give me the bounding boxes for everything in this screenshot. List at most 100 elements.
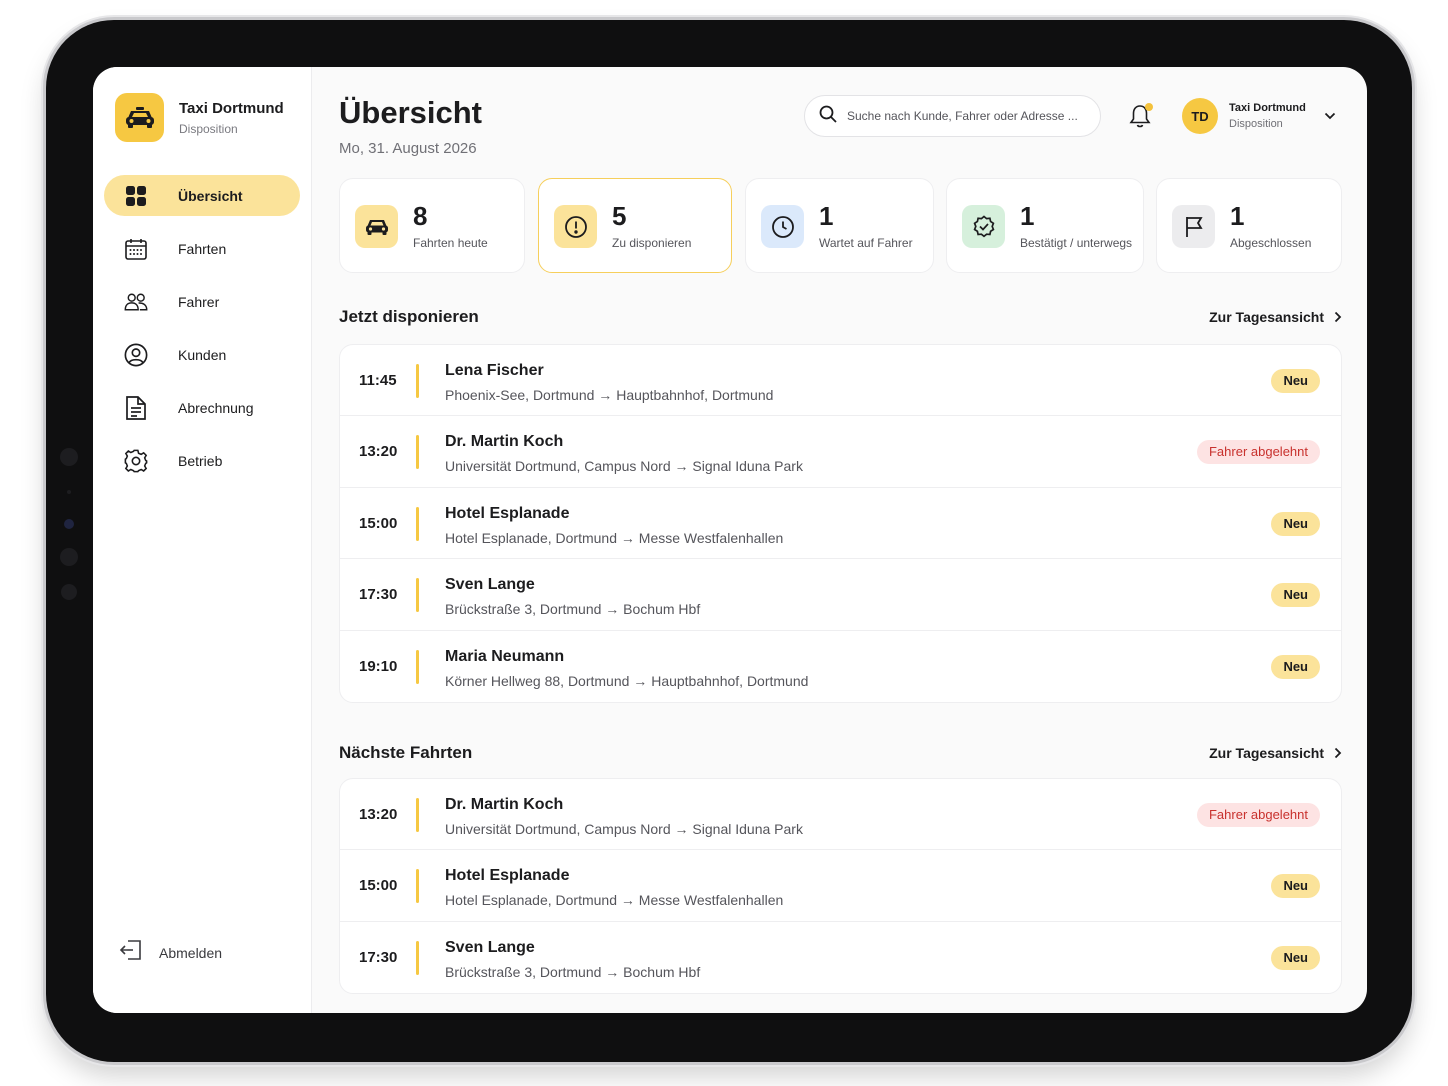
trip-customer: Lena Fischer (445, 362, 544, 379)
stat-label: Wartet auf Fahrer (819, 236, 913, 250)
arrow-right-icon: → (670, 458, 693, 475)
trip-row[interactable]: 13:20 Dr. Martin Koch Universität Dortmund… (340, 416, 1341, 488)
arrow-right-icon: → (617, 529, 639, 546)
flag-icon (1172, 205, 1215, 248)
profile-menu[interactable]: TD Taxi Dortmund Disposition (1182, 98, 1336, 134)
trip-route: Brückstraße 3, Dortmund → Bochum Hbf (445, 964, 700, 980)
day-view-link[interactable]: Zur Tagesansicht (1209, 309, 1342, 325)
status-badge: Neu (1271, 874, 1320, 899)
trip-row[interactable]: 15:00 Hotel Esplanade Hotel Esplanade, Dor… (340, 488, 1341, 560)
sidebar-item-fahrten[interactable]: Fahrten (104, 228, 300, 269)
sidebar-item-label: Betrieb (178, 452, 223, 469)
car-icon (355, 205, 398, 248)
notification-dot (1145, 103, 1153, 111)
profile-name: Taxi Dortmund (1229, 102, 1306, 114)
sidebar-item-abrechnung[interactable]: Abrechnung (104, 387, 300, 428)
users-icon (124, 290, 148, 314)
trip-time: 17:30 (359, 948, 398, 966)
stat-value: 5 (612, 201, 627, 231)
trip-customer: Hotel Esplanade (445, 504, 570, 522)
day-view-link-label: Zur Tagesansicht (1209, 745, 1324, 761)
time-divider (416, 506, 419, 541)
trip-customer: Sven Lange (445, 576, 535, 594)
trip-to: Messe Westfalenhallen (638, 892, 784, 909)
time-divider (416, 940, 419, 975)
page-title: Übersicht (339, 95, 482, 130)
next-trips-list: 13:20 Dr. Martin Koch Universität Dortmund… (339, 778, 1342, 995)
trip-customer: Sven Lange (445, 938, 535, 956)
stat-card-wartet-auf-fahrer[interactable]: 1 Wartet auf Fahrer (745, 178, 934, 273)
sensor-dot (61, 584, 77, 600)
arrow-right-icon: → (594, 387, 617, 403)
avatar: TD (1182, 98, 1218, 134)
sensor-dot (67, 490, 71, 494)
trip-customer: Dr. Martin Koch (445, 796, 564, 813)
main-content: Übersicht Mo, 31. August 2026 Suche nach… (339, 67, 1342, 1013)
trip-customer: Dr. Martin Koch (445, 433, 564, 451)
trip-row[interactable]: 13:20 Dr. Martin Koch Universität Dortmund… (340, 779, 1341, 851)
brand[interactable]: Taxi Dortmund Disposition (115, 93, 284, 142)
stat-value: 1 (1230, 201, 1245, 231)
time-divider (416, 798, 419, 832)
chevron-right-icon (1334, 747, 1342, 759)
day-view-link[interactable]: Zur Tagesansicht (1209, 745, 1342, 761)
trip-time: 17:30 (359, 586, 398, 604)
trip-from: Universität Dortmund, Campus Nord (445, 458, 671, 475)
stat-label: Bestätigt / unterwegs (1020, 236, 1133, 250)
clock-icon (761, 205, 804, 248)
stat-card-fahrten-heute[interactable]: 8 Fahrten heute (339, 178, 525, 273)
alert-circle-icon (554, 205, 597, 248)
sidebar-item-kunden[interactable]: Kunden (104, 334, 300, 375)
sidebar: Taxi Dortmund Disposition Übersicht Fahr… (93, 67, 312, 1013)
brand-subtitle: Disposition (179, 121, 238, 136)
trip-to: Hauptbahnhof, Dortmund (616, 387, 774, 403)
trip-time: 13:20 (359, 443, 398, 461)
arrow-right-icon: → (629, 672, 652, 689)
trip-from: Hotel Esplanade, Dortmund (445, 529, 617, 546)
dispatch-list: 11:45 Lena Fischer Phoenix-See, Dortmund →… (339, 344, 1342, 703)
trip-route: Universität Dortmund, Campus Nord → Sign… (445, 458, 803, 474)
trip-row[interactable]: 17:30 Sven Lange Brückstraße 3, Dortmund →… (340, 922, 1341, 993)
sidebar-item-uebersicht[interactable]: Übersicht (104, 175, 300, 216)
day-view-link-label: Zur Tagesansicht (1209, 309, 1324, 325)
trip-time: 19:10 (359, 657, 398, 675)
trip-from: Hotel Esplanade, Dortmund (445, 892, 617, 909)
search-input[interactable]: Suche nach Kunde, Fahrer oder Adresse ..… (804, 95, 1101, 137)
sidebar-item-label: Fahrer (178, 293, 220, 310)
trip-from: Brückstraße 3, Dortmund (445, 963, 602, 980)
section-title-next-trips: Nächste Fahrten (339, 743, 473, 762)
status-badge: Fahrer abgelehnt (1196, 803, 1320, 827)
user-circle-icon (124, 343, 148, 367)
time-divider (416, 649, 419, 684)
calendar-icon (124, 237, 148, 261)
chevron-down-icon (1324, 107, 1336, 125)
stat-card-zu-disponieren[interactable]: 5 Zu disponieren (538, 178, 732, 273)
sidebar-item-label: Kunden (178, 346, 227, 363)
logout-button[interactable]: Abmelden (119, 939, 222, 966)
profile-role: Disposition (1229, 118, 1283, 130)
trip-row[interactable]: 11:45 Lena Fischer Phoenix-See, Dortmund →… (340, 345, 1341, 417)
notifications-button[interactable] (1129, 103, 1153, 129)
trip-row[interactable]: 15:00 Hotel Esplanade Hotel Esplanade, Dor… (340, 850, 1341, 922)
sidebar-item-fahrer[interactable]: Fahrer (104, 281, 300, 322)
stat-card-bestaetigt[interactable]: 1 Bestätigt / unterwegs (946, 178, 1144, 273)
trip-to: Signal Iduna Park (692, 458, 803, 475)
stat-card-abgeschlossen[interactable]: 1 Abgeschlossen (1156, 178, 1342, 273)
sidebar-item-betrieb[interactable]: Betrieb (104, 440, 300, 481)
stat-value: 8 (413, 201, 428, 231)
stat-label: Abgeschlossen (1230, 236, 1312, 250)
trip-from: Brückstraße 3, Dortmund (445, 601, 602, 618)
trip-time: 15:00 (359, 877, 398, 895)
time-divider (416, 435, 419, 470)
logout-icon (119, 939, 143, 966)
trip-row[interactable]: 19:10 Maria Neumann Körner Hellweg 88, Dor… (340, 631, 1341, 702)
gear-icon (124, 449, 148, 473)
arrow-right-icon: → (601, 601, 624, 618)
trip-route: Universität Dortmund, Campus Nord → Sign… (445, 821, 803, 837)
taxi-car-icon (115, 93, 164, 142)
trip-route: Hotel Esplanade, Dortmund → Messe Westfa… (445, 530, 783, 546)
arrow-right-icon: → (670, 821, 693, 837)
trip-row[interactable]: 17:30 Sven Lange Brückstraße 3, Dortmund →… (340, 559, 1341, 631)
trip-from: Körner Hellweg 88, Dortmund (445, 672, 630, 689)
status-badge: Neu (1271, 511, 1320, 536)
